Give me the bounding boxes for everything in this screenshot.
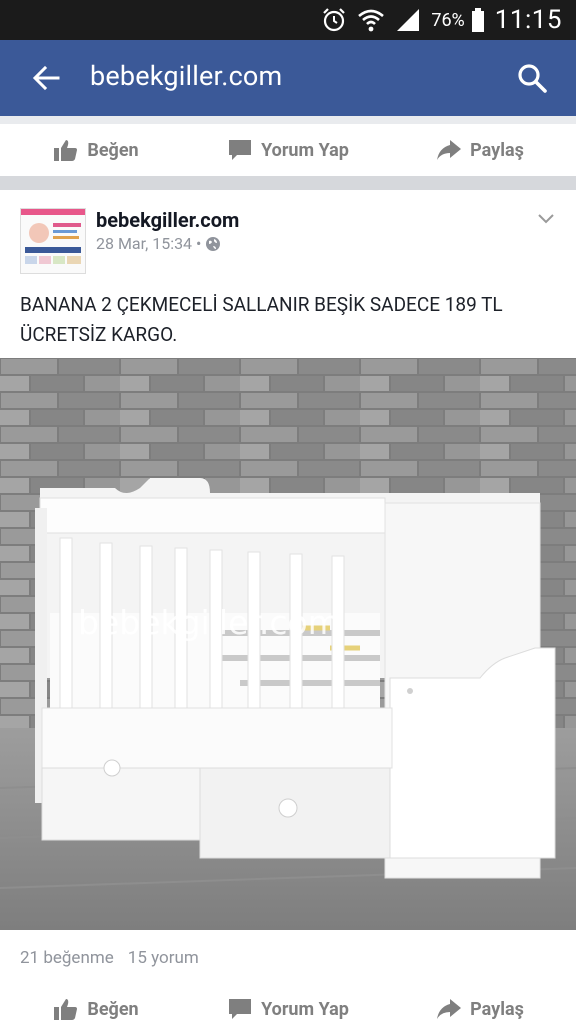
page-avatar[interactable]	[20, 208, 86, 274]
app-bar-title: bebekgiller.com	[90, 60, 283, 92]
like-button[interactable]: Beğen	[0, 124, 192, 176]
meta-separator: •	[196, 234, 202, 253]
section-divider	[0, 176, 576, 190]
share-arrow-icon	[437, 999, 462, 1019]
thumbs-up-icon	[54, 140, 78, 161]
like-button-bottom[interactable]: Beğen	[0, 986, 192, 1032]
crib-photo: bebekgiller.com	[0, 358, 576, 930]
battery-percent: 76%	[431, 9, 465, 31]
share-label-bottom: Paylaş	[470, 998, 524, 1020]
post-photo[interactable]: bebekgiller.com	[0, 358, 576, 930]
thumbs-up-icon	[54, 999, 78, 1020]
post-card: bebekgiller.com 28 Mar, 15:34 • BANANA 2…	[0, 190, 576, 1032]
comment-icon	[229, 140, 252, 160]
comment-button-bottom[interactable]: Yorum Yap	[192, 986, 384, 1032]
chevron-down-icon[interactable]	[536, 208, 556, 228]
alarm-icon	[323, 8, 346, 32]
photo-watermark: bebekgiller.com	[78, 603, 340, 642]
post-date[interactable]: 28 Mar, 15:34	[96, 234, 192, 253]
search-icon[interactable]	[516, 62, 548, 94]
status-bar: 76% 11:15	[0, 0, 576, 40]
post-stats: 21 beğenme 15 yorum	[20, 948, 199, 968]
comment-icon	[229, 999, 252, 1019]
globe-icon	[206, 236, 221, 251]
likes-count[interactable]: 21 beğenme	[20, 948, 114, 968]
status-right: 76% 11:15	[321, 0, 562, 40]
signal-icon	[397, 9, 420, 31]
like-label: Beğen	[87, 139, 139, 161]
share-arrow-icon	[437, 140, 462, 160]
share-button[interactable]: Paylaş	[384, 124, 576, 176]
avatar-thumbnail	[21, 209, 85, 273]
share-button-bottom[interactable]: Paylaş	[384, 986, 576, 1032]
page-name[interactable]: bebekgiller.com	[96, 208, 239, 232]
app-bar: bebekgiller.com	[0, 40, 576, 116]
battery-icon	[471, 8, 484, 32]
comments-count[interactable]: 15 yorum	[128, 948, 199, 968]
share-label: Paylaş	[470, 139, 524, 161]
bottom-action-row: Beğen Yorum Yap Paylaş	[0, 986, 576, 1032]
comment-label-bottom: Yorum Yap	[261, 998, 349, 1020]
comment-label: Yorum Yap	[261, 139, 349, 161]
like-label-bottom: Beğen	[87, 998, 139, 1020]
post-text: BANANA 2 ÇEKMECELİ SALLANIR BEŞİK SADECE…	[20, 293, 503, 346]
clock: 11:15	[494, 5, 562, 35]
post-meta: 28 Mar, 15:34 •	[96, 234, 221, 253]
comment-button[interactable]: Yorum Yap	[192, 124, 384, 176]
top-action-row: Beğen Yorum Yap Paylaş	[0, 124, 576, 176]
wifi-icon	[358, 9, 385, 32]
back-arrow-icon[interactable]	[30, 62, 62, 94]
